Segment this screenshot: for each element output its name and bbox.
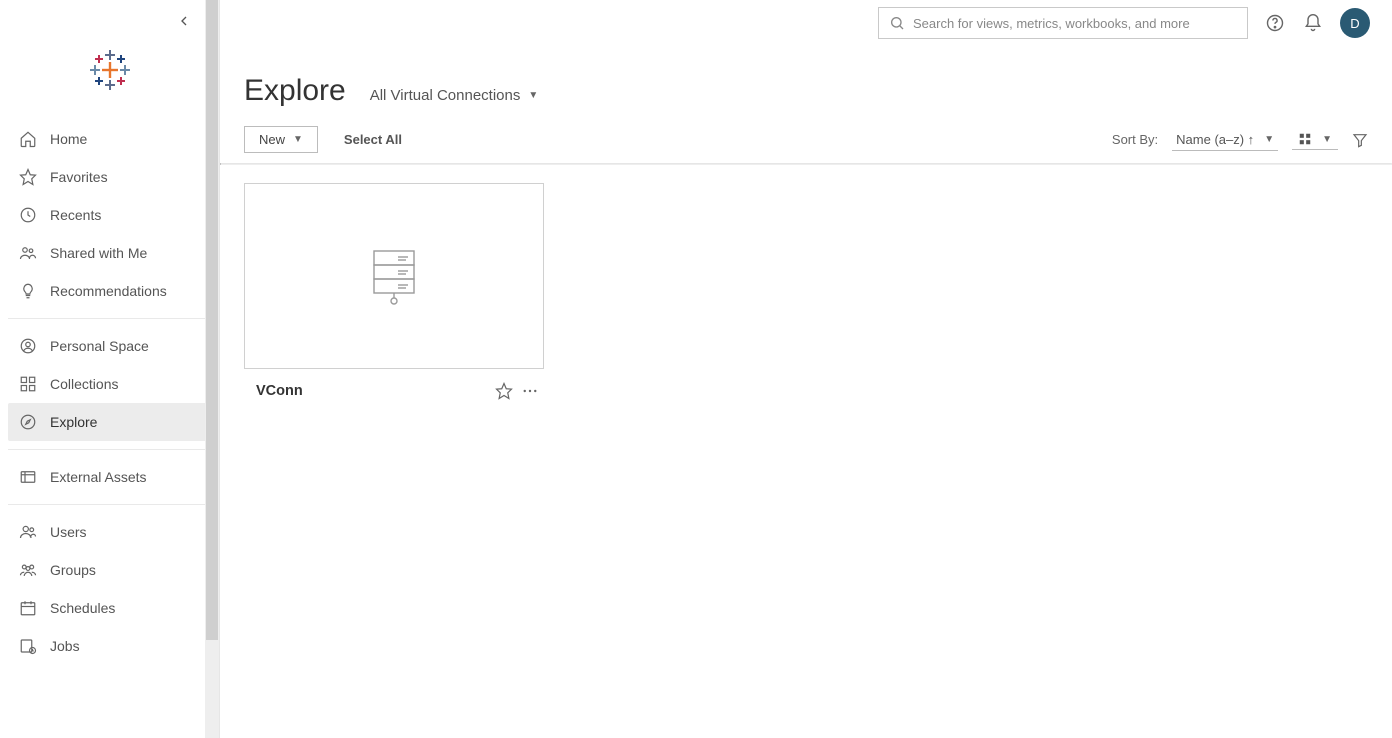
sidebar: Home Favorites Recents Shared with Me Re… bbox=[0, 0, 220, 738]
sidebar-item-recommendations[interactable]: Recommendations bbox=[8, 272, 211, 310]
sidebar-scrollbar[interactable] bbox=[205, 0, 219, 738]
sidebar-item-schedules[interactable]: Schedules bbox=[8, 589, 211, 627]
collections-icon bbox=[18, 374, 38, 394]
filter-button[interactable] bbox=[1352, 132, 1368, 148]
sidebar-item-label: Favorites bbox=[50, 169, 108, 185]
select-all-button[interactable]: Select All bbox=[344, 132, 402, 147]
person-circle-icon bbox=[18, 336, 38, 356]
sidebar-item-label: Recommendations bbox=[50, 283, 167, 299]
caret-down-icon: ▼ bbox=[1264, 134, 1274, 145]
sidebar-item-label: Users bbox=[50, 524, 87, 540]
sidebar-scroll-thumb[interactable] bbox=[206, 0, 218, 640]
card-title[interactable]: VConn bbox=[256, 383, 303, 399]
caret-down-icon: ▼ bbox=[293, 134, 303, 145]
toolbar-right: Sort By: Name (a–z) ↑ ▼ ▼ bbox=[1112, 129, 1368, 151]
caret-down-icon: ▼ bbox=[528, 90, 538, 101]
sidebar-item-label: Shared with Me bbox=[50, 245, 147, 261]
sidebar-item-favorites[interactable]: Favorites bbox=[8, 158, 211, 196]
external-icon bbox=[18, 467, 38, 487]
sort-select[interactable]: Name (a–z) ↑ ▼ bbox=[1172, 129, 1278, 151]
page-title: Explore bbox=[244, 74, 346, 108]
virtual-connection-card: VConn bbox=[244, 183, 544, 720]
star-icon bbox=[18, 167, 38, 187]
search-icon bbox=[889, 15, 905, 31]
caret-down-icon: ▼ bbox=[1322, 134, 1332, 145]
sidebar-item-groups[interactable]: Groups bbox=[8, 551, 211, 589]
compass-icon bbox=[18, 412, 38, 432]
nav-section-spaces: Personal Space Collections Explore bbox=[8, 327, 211, 450]
sidebar-item-personal-space[interactable]: Personal Space bbox=[8, 327, 211, 365]
sidebar-item-recents[interactable]: Recents bbox=[8, 196, 211, 234]
sort-by-label: Sort By: bbox=[1112, 132, 1158, 147]
main-content: D Explore All Virtual Connections ▼ New … bbox=[220, 0, 1392, 738]
sidebar-item-label: Home bbox=[50, 131, 87, 147]
sidebar-item-label: Schedules bbox=[50, 600, 115, 616]
new-button-label: New bbox=[259, 132, 285, 147]
sidebar-item-label: Recents bbox=[50, 207, 101, 223]
nav-section-external: External Assets bbox=[8, 458, 211, 505]
avatar-initial: D bbox=[1350, 16, 1359, 31]
more-actions-button[interactable] bbox=[520, 381, 540, 401]
nav-section-admin: Users Groups Schedules Jobs bbox=[8, 513, 211, 673]
page-header: Explore All Virtual Connections ▼ bbox=[220, 46, 1392, 118]
grid-view-icon bbox=[1298, 132, 1312, 146]
home-icon bbox=[18, 129, 38, 149]
card-actions bbox=[494, 381, 540, 401]
topbar: D bbox=[220, 0, 1392, 46]
sidebar-item-label: Collections bbox=[50, 376, 118, 392]
sidebar-item-collections[interactable]: Collections bbox=[8, 365, 211, 403]
groups-icon bbox=[18, 560, 38, 580]
content-type-label: All Virtual Connections bbox=[370, 87, 521, 104]
card-thumbnail[interactable] bbox=[244, 183, 544, 369]
card-footer: VConn bbox=[244, 369, 544, 401]
notifications-button[interactable] bbox=[1302, 12, 1324, 34]
help-button[interactable] bbox=[1264, 12, 1286, 34]
user-avatar[interactable]: D bbox=[1340, 8, 1370, 38]
sidebar-item-explore[interactable]: Explore bbox=[8, 403, 211, 441]
clock-icon bbox=[18, 205, 38, 225]
sidebar-item-users[interactable]: Users bbox=[8, 513, 211, 551]
toolbar: New ▼ Select All Sort By: Name (a–z) ↑ ▼… bbox=[220, 118, 1392, 163]
calendar-icon bbox=[18, 598, 38, 618]
search-box[interactable] bbox=[878, 7, 1248, 39]
sidebar-item-label: Jobs bbox=[50, 638, 80, 654]
sidebar-item-label: External Assets bbox=[50, 469, 147, 485]
favorite-toggle[interactable] bbox=[494, 381, 514, 401]
sidebar-item-external-assets[interactable]: External Assets bbox=[8, 458, 211, 496]
view-mode-select[interactable]: ▼ bbox=[1292, 129, 1338, 150]
new-button[interactable]: New ▼ bbox=[244, 126, 318, 153]
search-input[interactable] bbox=[913, 16, 1237, 31]
sidebar-item-jobs[interactable]: Jobs bbox=[8, 627, 211, 665]
nav-section-main: Home Favorites Recents Shared with Me Re… bbox=[8, 120, 211, 319]
content-grid: VConn bbox=[220, 165, 1392, 738]
sidebar-item-label: Groups bbox=[50, 562, 96, 578]
sidebar-item-shared[interactable]: Shared with Me bbox=[8, 234, 211, 272]
sort-value: Name (a–z) ↑ bbox=[1176, 132, 1254, 147]
content-type-selector[interactable]: All Virtual Connections ▼ bbox=[370, 87, 539, 107]
people-icon bbox=[18, 243, 38, 263]
sidebar-item-label: Personal Space bbox=[50, 338, 149, 354]
toolbar-left: New ▼ Select All bbox=[244, 126, 402, 153]
sidebar-item-label: Explore bbox=[50, 414, 97, 430]
sidebar-item-home[interactable]: Home bbox=[8, 120, 211, 158]
jobs-icon bbox=[18, 636, 38, 656]
collapse-sidebar-button[interactable] bbox=[173, 10, 195, 32]
virtual-connection-icon bbox=[362, 247, 426, 305]
users-icon bbox=[18, 522, 38, 542]
bulb-icon bbox=[18, 281, 38, 301]
